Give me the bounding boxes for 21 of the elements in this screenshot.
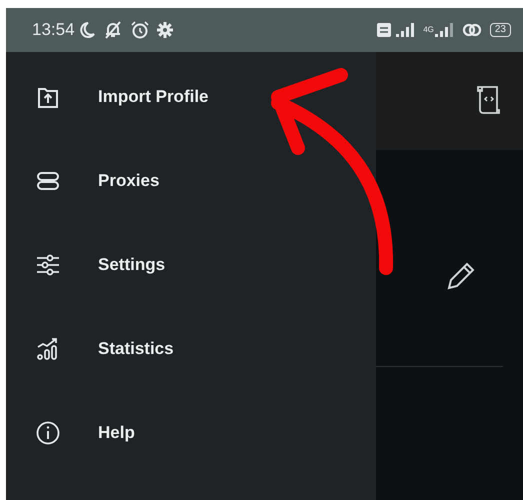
drawer-item[interactable]: Settings (6, 223, 376, 307)
drawer-item[interactable]: Proxies (6, 139, 376, 223)
info-icon (36, 421, 60, 445)
sliders-icon (36, 253, 60, 277)
alarm-icon (130, 21, 149, 39)
drawer-item[interactable]: Help (6, 391, 376, 475)
server-icon (36, 169, 60, 193)
drawer-item[interactable]: Import Profile (6, 55, 376, 139)
chart-icon (36, 337, 60, 361)
moon-icon (78, 21, 95, 39)
script-icon[interactable] (477, 85, 501, 117)
folder-upload-icon (36, 85, 60, 109)
drawer-item[interactable]: Statistics (6, 307, 376, 391)
network-type-label: 4G (423, 26, 434, 34)
gear-icon (156, 22, 173, 38)
pencil-icon[interactable] (445, 260, 477, 292)
clock: 13:54 (32, 19, 75, 42)
volte-icon (377, 23, 392, 37)
battery-indicator: 23 (490, 23, 511, 37)
link-icon (462, 22, 482, 38)
muted-bell-icon (102, 21, 123, 39)
